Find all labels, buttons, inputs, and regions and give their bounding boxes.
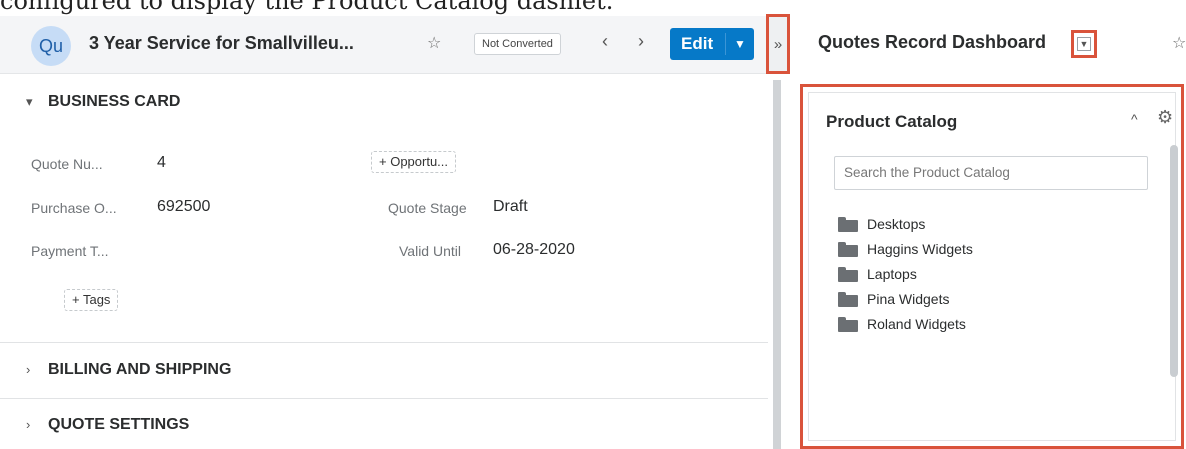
tree-item-label: Roland Widgets (867, 316, 966, 332)
purchase-order-value[interactable]: 692500 (157, 198, 210, 216)
valid-until-label: Valid Until (399, 243, 461, 259)
caption-text: configured to display the Product Catalo… (0, 0, 614, 15)
chevron-right-icon[interactable]: › (638, 31, 644, 52)
chevron-down-icon: ▾ (26, 94, 33, 109)
quote-number-value[interactable]: 4 (157, 154, 166, 172)
tree-item-label: Laptops (867, 266, 917, 282)
chevron-right-icon: › (26, 362, 31, 377)
tree-item-label: Haggins Widgets (867, 241, 973, 257)
record-view: Qu 3 Year Service for Smallvilleu... ☆ N… (0, 16, 768, 449)
tree-item-label: Pina Widgets (867, 291, 950, 307)
valid-until-value[interactable]: 06-28-2020 (493, 241, 575, 259)
dashboard-header: Quotes Record Dashboard ▼ ☆ (790, 16, 1186, 74)
section-quote-settings[interactable]: › QUOTE SETTINGS (26, 416, 189, 434)
section-billing-shipping[interactable]: › BILLING AND SHIPPING (26, 361, 231, 379)
tree-item[interactable]: Desktops (838, 214, 925, 234)
dashboard-pane: Quotes Record Dashboard ▼ ☆ Product Cata… (790, 16, 1186, 449)
scrollbar[interactable] (1170, 145, 1178, 377)
quote-number-label: Quote Nu... (31, 156, 103, 172)
gear-icon[interactable]: ⚙ (1157, 107, 1173, 128)
tree-item[interactable]: Pina Widgets (838, 289, 949, 309)
section-divider (0, 342, 768, 343)
add-opportunity-button[interactable]: + Opportu... (371, 151, 457, 173)
tree-item[interactable]: Laptops (838, 264, 917, 284)
section-billing-shipping-label: BILLING AND SHIPPING (48, 361, 232, 378)
record-header: Qu 3 Year Service for Smallvilleu... ☆ N… (0, 16, 768, 74)
tree-item[interactable]: Roland Widgets (838, 314, 966, 334)
chevron-right-icon: › (26, 417, 31, 432)
avatar: Qu (31, 26, 71, 66)
edit-button[interactable]: Edit ▼ (670, 28, 754, 60)
section-business-card-label: BUSINESS CARD (48, 93, 181, 110)
splitter-track[interactable] (773, 80, 781, 449)
dashboard-title: Quotes Record Dashboard (818, 32, 1047, 52)
chevron-up-icon[interactable]: ^ (1131, 111, 1138, 127)
folder-icon (838, 216, 858, 232)
record-title[interactable]: 3 Year Service for Smallvilleu... (89, 33, 354, 54)
collapse-sidebar-icon[interactable]: » (766, 14, 790, 74)
section-business-card[interactable]: ▾ BUSINESS CARD (26, 93, 180, 111)
chevron-left-icon[interactable]: ‹ (602, 31, 608, 52)
folder-icon (838, 266, 858, 282)
chevron-down-icon[interactable]: ▼ (726, 37, 746, 51)
folder-icon (838, 316, 858, 332)
add-tags-button[interactable]: + Tags (64, 289, 119, 311)
tree-item[interactable]: Haggins Widgets (838, 239, 973, 259)
section-divider (0, 398, 768, 399)
folder-icon (838, 291, 858, 307)
product-catalog-dashlet: Product Catalog ^ ⚙ Search the Product C… (800, 84, 1184, 449)
status-badge: Not Converted (474, 33, 561, 55)
catalog-search-input[interactable]: Search the Product Catalog (834, 156, 1148, 190)
dashlet-body: Product Catalog ^ ⚙ Search the Product C… (808, 92, 1178, 441)
purchase-order-label: Purchase O... (31, 200, 117, 216)
edit-button-label: Edit (681, 34, 714, 53)
quote-stage-label: Quote Stage (388, 200, 467, 216)
dashboard-dropdown-button[interactable]: ▼ (1071, 30, 1097, 58)
star-icon[interactable]: ☆ (1172, 33, 1186, 53)
chevron-down-icon: ▼ (1077, 37, 1091, 51)
section-quote-settings-label: QUOTE SETTINGS (48, 416, 190, 433)
tree-item-label: Desktops (867, 216, 926, 232)
quote-stage-value[interactable]: Draft (493, 198, 528, 216)
pane-splitter[interactable] (768, 16, 786, 449)
star-icon[interactable]: ☆ (427, 33, 441, 53)
payment-terms-label: Payment T... (31, 243, 109, 259)
folder-icon (838, 241, 858, 257)
dashlet-title: Product Catalog (826, 112, 958, 131)
